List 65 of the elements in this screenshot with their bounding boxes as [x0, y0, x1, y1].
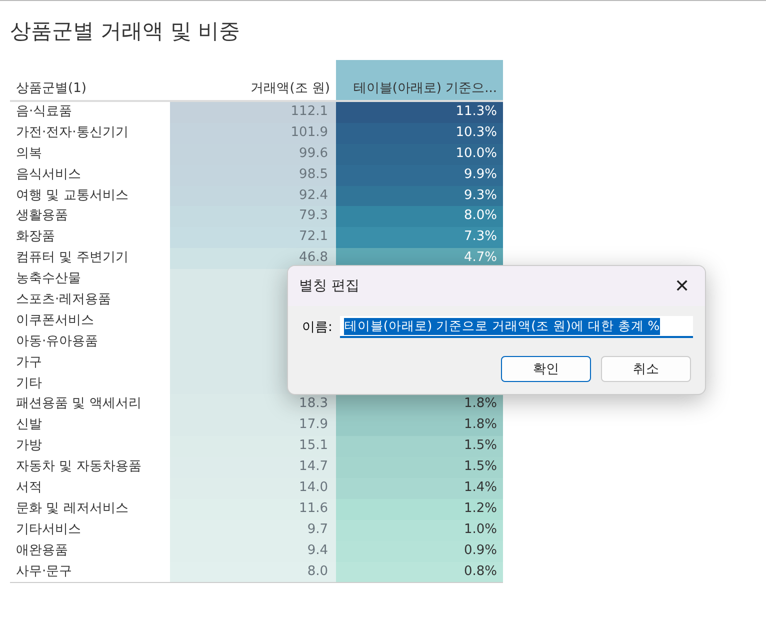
category-cell-text: 아동·유아용품 — [15, 332, 100, 351]
amount-cell: 98.5 — [170, 164, 336, 186]
category-cell-text: 기타 — [15, 374, 43, 393]
category-cell-text: 애완용품 — [15, 542, 69, 560]
column-header: 상품군별(1) — [10, 60, 170, 102]
amount-cell: 15.1 — [170, 436, 336, 458]
share-cell: 0.8% — [336, 562, 503, 582]
share-cell: 1.5% — [336, 436, 503, 458]
category-cell-text: 가전·전자·통신기기 — [15, 124, 130, 142]
share-cell: 9.9% — [336, 164, 503, 186]
category-cell-text: 기타서비스 — [15, 520, 82, 539]
amount-cell: 9.4 — [170, 540, 336, 562]
category-cell-text: 자동차 및 자동차용품 — [15, 458, 142, 476]
category-cell-text: 신발 — [15, 416, 43, 434]
cancel-button[interactable]: 취소 — [601, 356, 691, 382]
category-cell-text: 여행 및 교통서비스 — [15, 186, 130, 205]
share-cell: 1.4% — [336, 478, 503, 499]
category-cell-text: 패션용품 및 액세서리 — [15, 395, 142, 414]
category-cell-text: 컴퓨터 및 주변기기 — [15, 249, 130, 268]
amount-cell: 14.7 — [170, 457, 336, 478]
category-cell-text: 가구 — [15, 354, 43, 372]
share-cell: 7.3% — [336, 227, 503, 248]
share-cell: 11.3% — [336, 102, 503, 123]
category-cell-text: 사무·문구 — [15, 562, 74, 581]
close-button[interactable]: ✕ — [659, 266, 705, 306]
amount-cell: 79.3 — [170, 206, 336, 228]
category-cell-text: 스포츠·레저용품 — [15, 291, 112, 310]
name-label: 이름: — [302, 319, 332, 336]
amount-cell: 14.0 — [170, 478, 336, 499]
amount-cell: 9.7 — [170, 520, 336, 541]
amount-cell: 112.1 — [170, 102, 336, 123]
share-cell: 10.3% — [336, 122, 503, 144]
category-cell-text: 문화 및 레저서비스 — [15, 500, 130, 518]
category-cell-text: 가방 — [15, 437, 43, 456]
dialog-title: 별칭 편집 — [299, 277, 360, 295]
amount-cell: 46.8 — [170, 248, 336, 270]
amount-cell: 18.3 — [170, 394, 336, 416]
name-field[interactable]: 테이블(아래로) 기준으로 거래액(조 원)에 대한 총계 % — [340, 316, 693, 338]
amount-cell: 101.9 — [170, 122, 336, 144]
column-header: 테이블(아래로) 기준으... — [336, 60, 503, 102]
category-cell-text: 서적 — [15, 479, 43, 498]
category-cell-text: 생활용품 — [15, 207, 69, 226]
category-cell-text: 의복 — [15, 144, 43, 163]
ok-button[interactable]: 확인 — [501, 356, 591, 382]
share-cell: 1.5% — [336, 457, 503, 478]
amount-cell: 99.6 — [170, 144, 336, 165]
category-cell-text: 음·식료품 — [15, 103, 74, 121]
category-cell-text: 음식서비스 — [15, 166, 82, 184]
amount-cell: 8.0 — [170, 562, 336, 582]
share-cell: 1.8% — [336, 415, 503, 436]
share-cell: 1.0% — [336, 520, 503, 541]
amount-cell: 17.9 — [170, 415, 336, 436]
share-cell: 0.9% — [336, 540, 503, 562]
category-cell-text: 농축수산물 — [15, 270, 82, 288]
category-cell-text: 화장품 — [15, 228, 56, 246]
report-title: 상품군별 거래액 및 비중 — [10, 18, 240, 45]
share-cell: 9.3% — [336, 186, 503, 206]
share-cell: 1.8% — [336, 394, 503, 416]
amount-cell: 92.4 — [170, 186, 336, 206]
amount-cell: 72.1 — [170, 227, 336, 248]
share-cell: 1.2% — [336, 498, 503, 520]
category-cell-text: 이쿠폰서비스 — [15, 312, 95, 330]
amount-cell: 11.6 — [170, 498, 336, 520]
share-cell: 10.0% — [336, 144, 503, 165]
share-cell: 8.0% — [336, 206, 503, 228]
